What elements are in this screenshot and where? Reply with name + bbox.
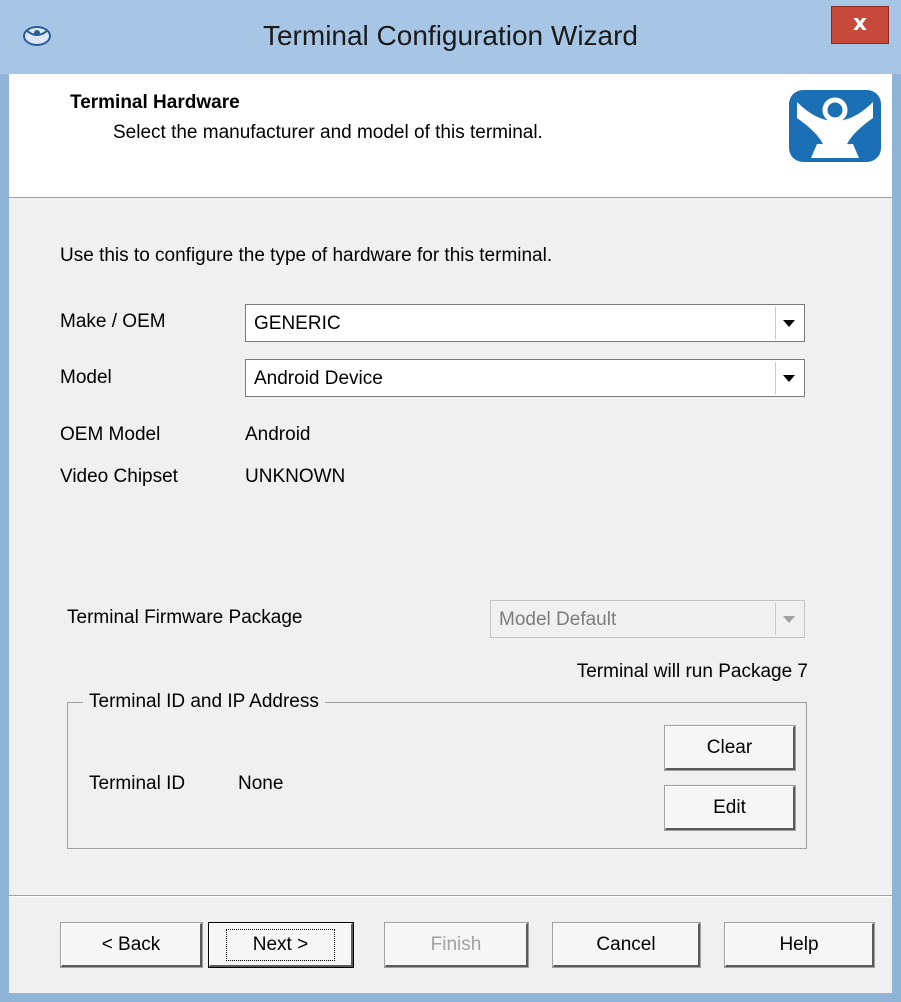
firmware-note: Terminal will run Package 7 <box>576 661 808 682</box>
close-button[interactable]: x <box>831 6 889 44</box>
chevron-down-icon[interactable] <box>775 603 802 635</box>
make-dropdown[interactable]: GENERIC <box>245 304 805 342</box>
model-value: Android Device <box>254 368 383 389</box>
window-title: Terminal Configuration Wizard <box>262 20 639 51</box>
chevron-down-icon[interactable] <box>775 307 802 339</box>
make-label: Make / OEM <box>60 311 166 332</box>
finish-button[interactable]: Finish <box>384 922 529 968</box>
page-subtitle: Select the manufacturer and model of thi… <box>113 122 543 143</box>
video-chipset-value: UNKNOWN <box>245 466 346 487</box>
oem-model-label: OEM Model <box>60 424 161 445</box>
terminal-id-group-legend: Terminal ID and IP Address <box>83 691 325 713</box>
firmware-dropdown[interactable]: Model Default <box>490 600 805 638</box>
footer-divider <box>9 895 892 897</box>
wizard-header: Terminal Hardware Select the manufacture… <box>9 74 892 198</box>
title-bar[interactable]: Terminal Configuration Wizard x <box>0 0 901 74</box>
firmware-label: Terminal Firmware Package <box>67 607 303 628</box>
intro-text: Use this to configure the type of hardwa… <box>60 245 553 266</box>
wizard-client-area: Terminal Hardware Select the manufacture… <box>9 74 892 993</box>
clear-button[interactable]: Clear <box>664 725 796 771</box>
oem-model-value: Android <box>245 424 311 445</box>
back-button[interactable]: < Back <box>60 922 203 968</box>
wizard-window: Terminal Configuration Wizard x Terminal… <box>0 0 901 1002</box>
video-chipset-label: Video Chipset <box>60 466 178 487</box>
chevron-down-icon[interactable] <box>775 362 802 394</box>
next-button[interactable]: Next > <box>208 922 354 968</box>
next-button-label: Next > <box>225 928 336 961</box>
page-title: Terminal Hardware <box>70 92 240 113</box>
make-value: GENERIC <box>254 313 341 334</box>
model-label: Model <box>60 367 112 388</box>
product-logo-icon <box>789 90 881 162</box>
cancel-button[interactable]: Cancel <box>552 922 701 968</box>
help-button[interactable]: Help <box>724 922 875 968</box>
edit-button[interactable]: Edit <box>664 785 796 831</box>
terminal-id-value: None <box>238 773 284 794</box>
model-dropdown[interactable]: Android Device <box>245 359 805 397</box>
firmware-value: Model Default <box>499 609 617 630</box>
terminal-id-label: Terminal ID <box>89 773 186 794</box>
